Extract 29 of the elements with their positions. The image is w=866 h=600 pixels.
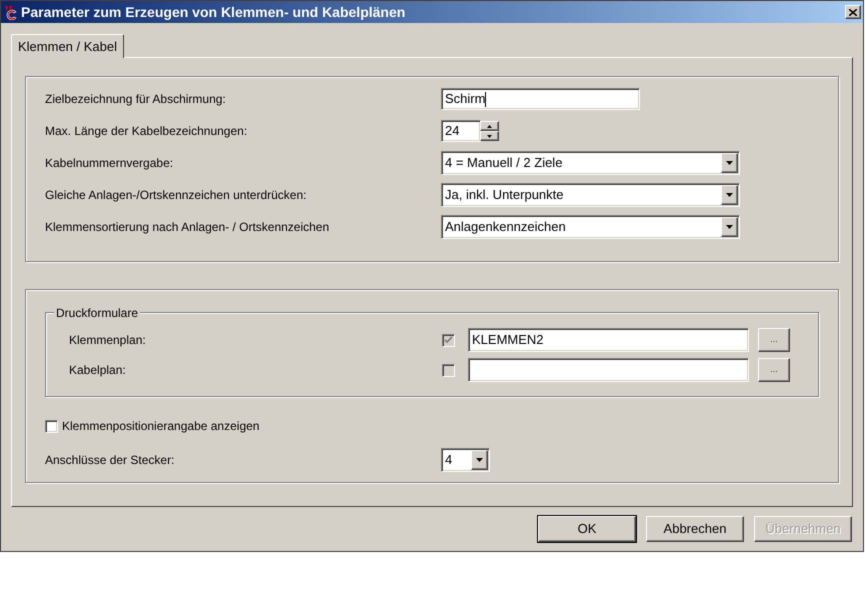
field-label: Gleiche Anlagen-/Ortskennzeichen unterdrücken: <box>45 187 308 204</box>
dropdown-arrow-icon <box>726 225 733 229</box>
dropdown-arrow-icon <box>476 458 483 462</box>
text-field[interactable] <box>468 358 749 382</box>
dropdown[interactable]: Anlagenkennzeichen <box>441 215 740 239</box>
close-icon <box>849 8 857 16</box>
dropdown-arrow-icon <box>726 193 733 197</box>
dropdown[interactable]: 4 <box>441 448 490 472</box>
dropdown-arrow-icon <box>726 161 733 165</box>
window-title: Parameter zum Erzeugen von Klemmen- und Kabelplänen <box>21 2 406 22</box>
field-label: Zielbezeichnung für Abschirmung: <box>45 91 227 108</box>
text-field[interactable]: Schirm <box>441 88 640 110</box>
field-label: Klemmenplan: <box>69 332 147 349</box>
dialog-button[interactable]: OK <box>538 516 636 542</box>
number-field[interactable]: 24 <box>441 120 481 142</box>
field-label: Kabelplan: <box>69 362 127 379</box>
field-label: Kabelnummernvergabe: <box>45 155 174 172</box>
dialog-button[interactable]: Abbrechen <box>646 516 744 542</box>
field-label: Klemmensortierung nach Anlagen- / Ortskennzeichen <box>45 219 330 236</box>
dropdown[interactable]: Ja, inkl. Unterpunkte <box>441 183 740 207</box>
checkbox[interactable] <box>45 420 58 432</box>
checkbox-label: Klemmenpositionierangabe anzeigen <box>62 418 260 435</box>
dropdown[interactable]: 4 = Manuell / 2 Ziele <box>441 151 740 175</box>
tab[interactable]: Klemmen / Kabel <box>11 34 124 58</box>
field-label: Anschlüsse der Stecker: <box>45 452 176 469</box>
spin-buttons[interactable] <box>480 121 499 141</box>
app-logo-icon <box>3 4 19 20</box>
field-label: Max. Länge der Kabelbezeichnungen: <box>45 123 248 140</box>
close-button[interactable] <box>845 5 861 19</box>
